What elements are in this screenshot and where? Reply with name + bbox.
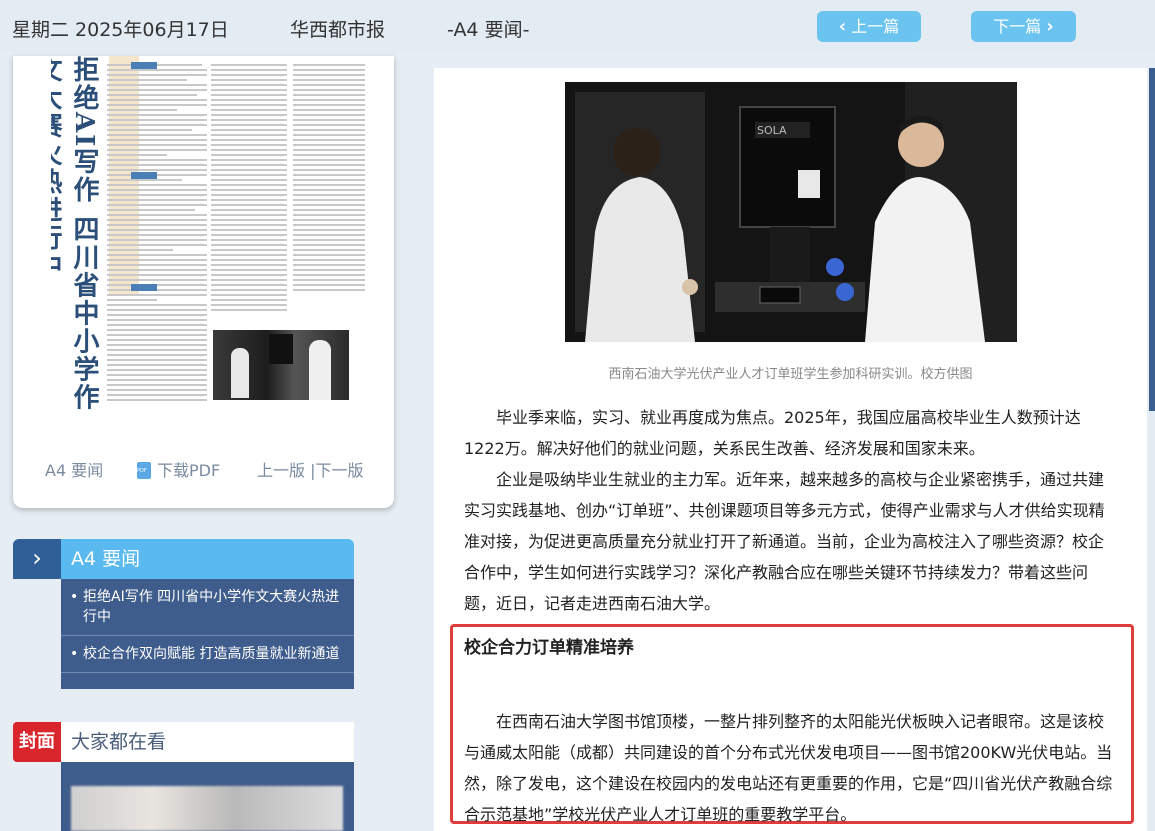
article-paragraph: 毕业季来临，实习、就业再度成为焦点。2025年，我国应届高校毕业生人数预计达12… xyxy=(464,408,1081,458)
thumbnail-column xyxy=(293,64,365,294)
scrollbar-thumb[interactable] xyxy=(1149,68,1155,411)
thumbnail-photo xyxy=(213,330,349,400)
photo-caption: 西南石油大学光伏产业人才订单班学生参加科研实训。校方供图 xyxy=(608,367,973,382)
thumbnail-headline: 拒绝AI写作 四川省中小学作文大赛火热进行中 xyxy=(51,56,99,412)
page-thumbnail-card: 拒绝AI写作 四川省中小学作文大赛火热进行中 xyxy=(13,56,394,508)
article-subheading: 校企合力订单精准培养 xyxy=(464,638,634,658)
article-paragraph: 企业是吸纳毕业生就业的主力军。近年来，越来越多的高校与企业紧密携手，通过共建实习… xyxy=(464,470,1105,613)
download-pdf-link[interactable]: 下载PDF xyxy=(137,457,220,481)
cover-section-header: 封面 大家都在看 xyxy=(13,722,354,762)
article-list-item[interactable]: 拒绝AI写作 四川省中小学作文大赛火热进行中 xyxy=(61,579,354,636)
version-nav-links[interactable]: 上一版 |下一版 xyxy=(257,457,363,481)
newspaper-page-thumbnail[interactable]: 拒绝AI写作 四川省中小学作文大赛火热进行中 xyxy=(51,56,371,418)
thumbnail-column xyxy=(211,64,287,314)
cover-badge: 封面 xyxy=(13,722,61,762)
newspaper-name: 华西都市报 xyxy=(290,19,386,41)
pdf-file-icon xyxy=(137,462,151,479)
equipment-brand-text: SOLA xyxy=(757,124,787,137)
article-list-item[interactable]: 校企合作双向赋能 打造高质量就业新通道 xyxy=(61,636,354,673)
chevron-right-icon: › xyxy=(1046,16,1054,37)
issue-date: 星期二 2025年06月17日 xyxy=(12,19,229,41)
article-panel: SOLA 西南石油大学光伏产业人才订单班学生参加科研实训。校方供图 毕业季来临，… xyxy=(434,68,1147,831)
cover-section-title: 大家都在看 xyxy=(61,722,354,762)
article-photo: SOLA xyxy=(565,82,1017,342)
chevron-left-icon: ‹ xyxy=(838,16,847,37)
chevron-right-icon: › xyxy=(13,539,61,579)
next-article-label: 下一篇 xyxy=(993,17,1042,36)
cover-preview-box xyxy=(61,762,354,831)
prev-article-label: 上一篇 xyxy=(851,17,900,36)
download-pdf-label: 下载PDF xyxy=(157,461,221,480)
top-bar: 星期二 2025年06月17日 华西都市报 -A4 要闻- ‹ 上一篇 下一篇 … xyxy=(0,0,1155,52)
section-article-list: 拒绝AI写作 四川省中小学作文大赛火热进行中 校企合作双向赋能 打造高质量就业新… xyxy=(61,579,354,689)
article-paragraph: 在西南石油大学图书馆顶楼，一整片排列整齐的太阳能光伏板映入记者眼帘。这是该校与通… xyxy=(464,712,1113,824)
section-header: › A4 要闻 xyxy=(13,539,354,579)
scrollbar-track[interactable] xyxy=(1149,411,1155,831)
next-article-button[interactable]: 下一篇 › xyxy=(971,11,1076,42)
thumbnail-column xyxy=(107,64,207,404)
prev-article-button[interactable]: ‹ 上一篇 xyxy=(817,11,921,42)
edition-label: -A4 要闻- xyxy=(447,19,530,41)
cover-preview-image[interactable] xyxy=(71,786,343,831)
page-label-link[interactable]: A4 要闻 xyxy=(45,457,103,481)
section-title: A4 要闻 xyxy=(61,539,354,579)
